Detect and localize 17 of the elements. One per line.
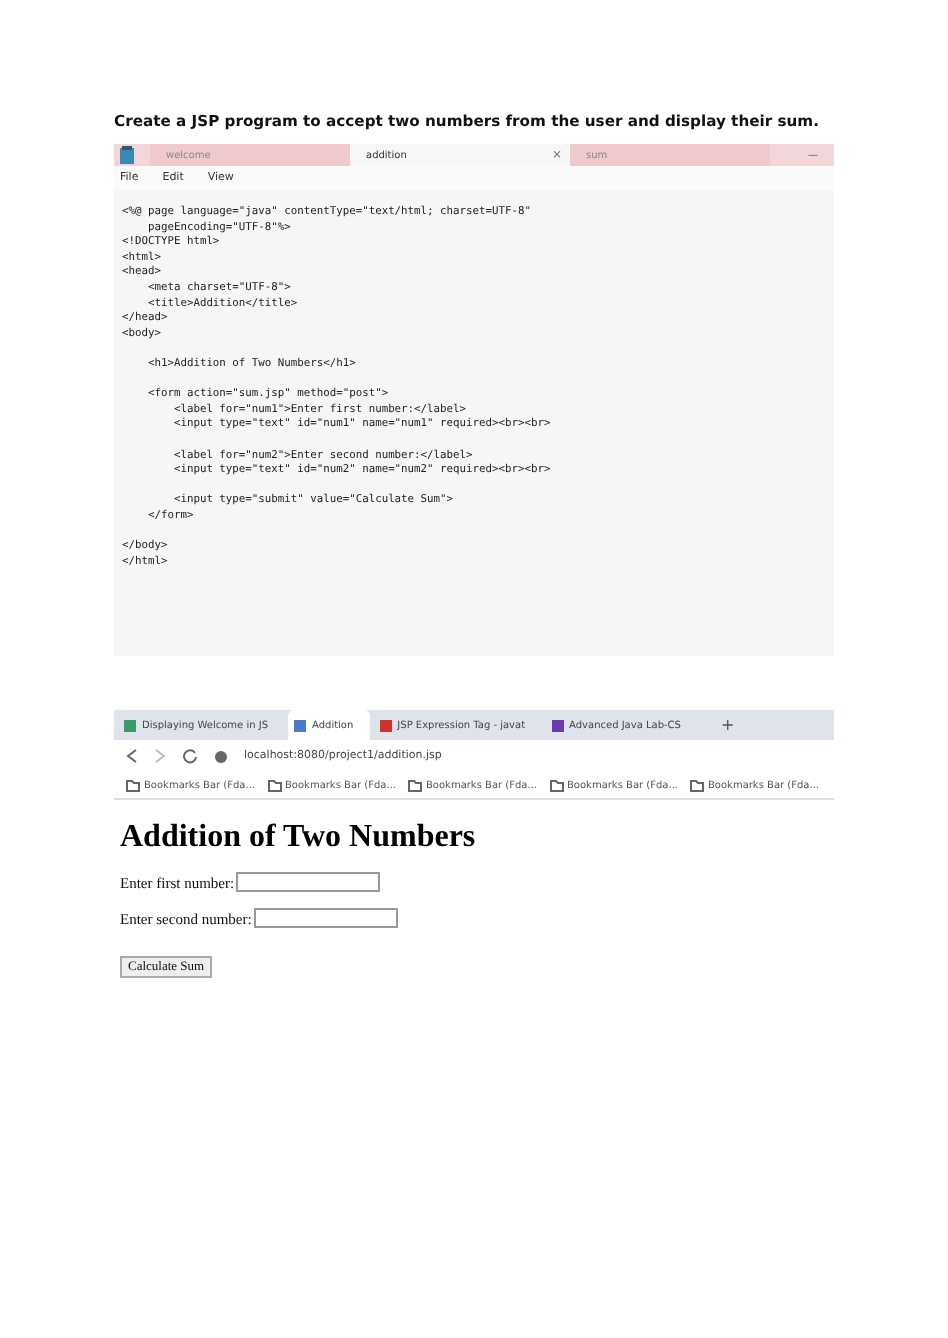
page-title: Addition of Two Numbers (120, 820, 478, 856)
notepad-icon (120, 146, 134, 164)
input-field[interactable] (236, 872, 381, 892)
folder-icon (408, 779, 422, 791)
folder-icon (126, 779, 140, 791)
new-tab-button[interactable]: + (720, 716, 735, 734)
reload-icon[interactable] (182, 748, 198, 764)
back-icon[interactable] (126, 748, 138, 764)
favicon-icon (294, 719, 307, 731)
site-info-icon[interactable] (214, 749, 228, 763)
folder-icon (690, 779, 704, 791)
favicon-icon (379, 719, 392, 731)
input-field[interactable] (253, 908, 398, 928)
folder-icon (267, 779, 281, 791)
favicon-icon (551, 719, 564, 731)
favicon-icon (124, 719, 136, 731)
folder-icon (549, 779, 563, 791)
